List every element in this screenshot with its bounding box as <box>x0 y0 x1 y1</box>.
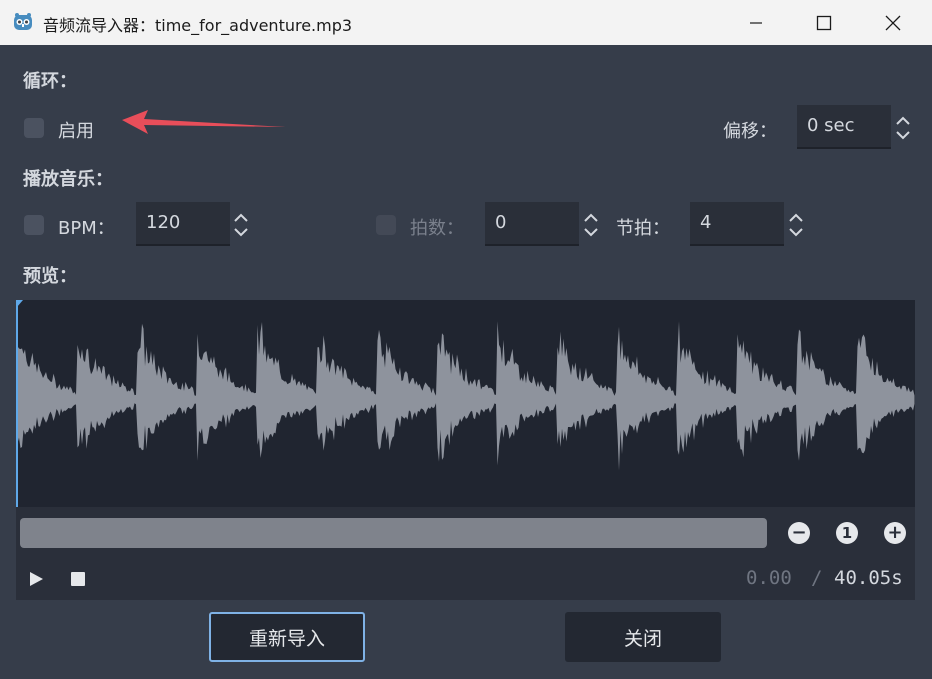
bar-beats-spin-arrows-icon[interactable] <box>786 212 806 238</box>
offset-spin-arrows-icon[interactable] <box>893 115 913 141</box>
loop-enable-label: 启用 <box>58 121 94 142</box>
zoom-out-icon[interactable]: − <box>788 522 810 544</box>
playhead-marker-icon <box>16 300 23 307</box>
minimize-icon <box>750 21 762 24</box>
play-icon[interactable] <box>28 571 44 587</box>
time-separator: / <box>811 567 823 589</box>
waveform-preview[interactable] <box>16 300 915 507</box>
bpm-spin-arrows-icon[interactable] <box>231 212 251 238</box>
beats-checkbox[interactable] <box>376 215 396 235</box>
offset-spinbox[interactable]: 0 sec <box>797 105 891 149</box>
maximize-icon <box>816 15 832 30</box>
title-bar: 音频流导入器：time_for_adventure.mp3 <box>0 0 932 45</box>
music-heading: 播放音乐： <box>23 169 113 190</box>
beats-label: 拍数： <box>410 218 464 239</box>
close-icon <box>885 15 901 30</box>
waveform-graphic <box>16 300 915 507</box>
preview-scrollbar[interactable] <box>20 518 767 548</box>
annotation-arrow-icon <box>122 110 286 134</box>
bar-beats-spinbox[interactable]: 4 <box>690 202 784 246</box>
bar-beats-label: 节拍： <box>616 218 670 239</box>
close-button[interactable]: 关闭 <box>565 612 721 662</box>
bpm-spinbox[interactable]: 120 <box>136 202 230 246</box>
preview-controls: − 1 + 0.00 / 40.05s <box>16 507 915 600</box>
zoom-reset-icon[interactable]: 1 <box>836 522 858 544</box>
minimize-button[interactable] <box>733 0 779 45</box>
beats-spin-arrows-icon[interactable] <box>581 212 601 238</box>
close-window-button[interactable] <box>870 0 916 45</box>
reimport-button[interactable]: 重新导入 <box>209 612 365 662</box>
loop-enable-checkbox[interactable] <box>24 118 44 138</box>
bpm-checkbox[interactable] <box>24 215 44 235</box>
zoom-in-icon[interactable]: + <box>884 522 906 544</box>
bar-beats-value: 4 <box>700 212 712 233</box>
godot-app-icon <box>14 13 32 30</box>
bpm-label: BPM： <box>58 218 115 239</box>
beats-spinbox[interactable]: 0 <box>485 202 579 246</box>
bpm-value: 120 <box>146 212 181 233</box>
offset-value: 0 sec <box>807 115 855 136</box>
preview-heading: 预览： <box>23 266 77 287</box>
window-title: 音频流导入器：time_for_adventure.mp3 <box>43 16 353 35</box>
current-time: 0.00 <box>746 567 792 589</box>
beats-value: 0 <box>495 212 507 233</box>
loop-heading: 循环： <box>23 71 77 92</box>
offset-label: 偏移： <box>723 121 777 142</box>
stop-icon[interactable] <box>71 572 85 586</box>
maximize-button[interactable] <box>801 0 847 45</box>
total-time: 40.05s <box>834 567 903 589</box>
